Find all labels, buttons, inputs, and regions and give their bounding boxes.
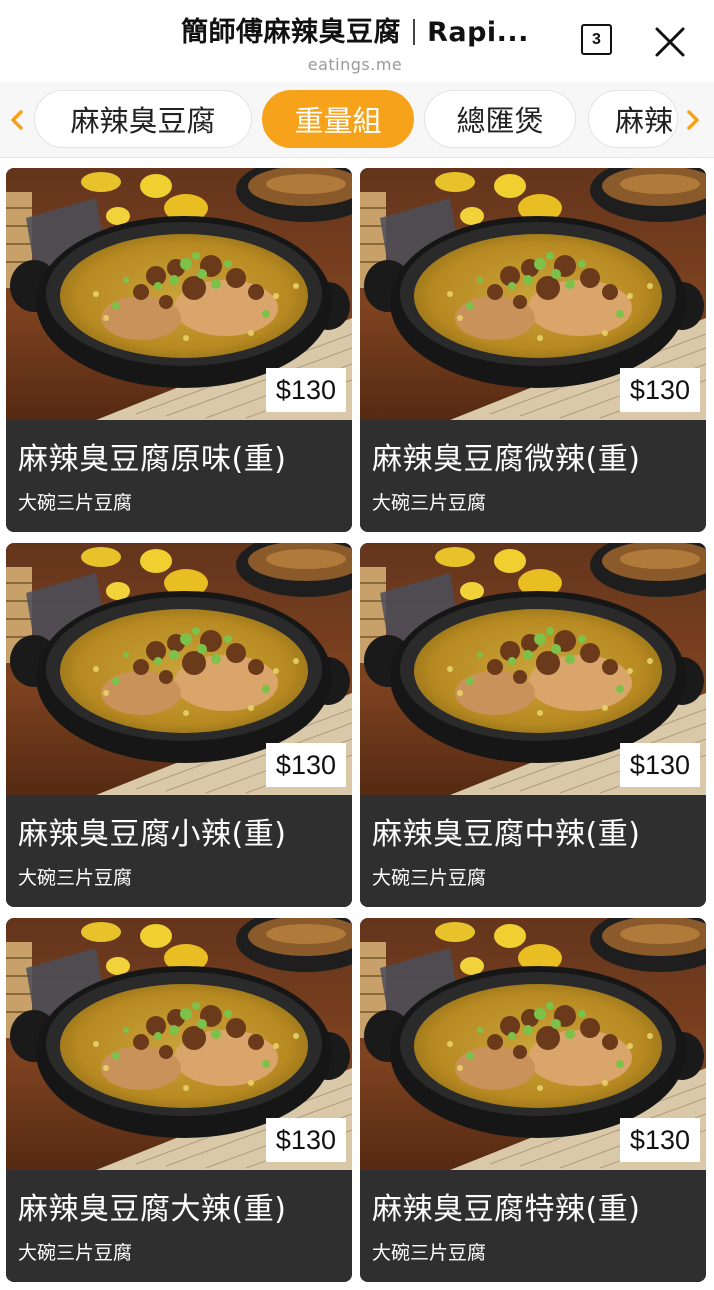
- product-info: 麻辣臭豆腐小辣(重) 大碗三片豆腐: [6, 795, 352, 907]
- category-tab-1[interactable]: 麻辣臭豆腐: [34, 90, 252, 148]
- product-card[interactable]: $130 麻辣臭豆腐原味(重) 大碗三片豆腐: [6, 168, 352, 532]
- product-name: 麻辣臭豆腐原味(重): [18, 442, 287, 477]
- product-description: 大碗三片豆腐: [372, 1242, 487, 1264]
- category-label: 麻辣: [615, 104, 674, 138]
- scroll-left-button[interactable]: [6, 106, 28, 134]
- category-label: 重量組: [294, 104, 382, 138]
- product-description: 大碗三片豆腐: [18, 492, 133, 514]
- store-name: 簡師傅麻辣臭豆腐: [181, 17, 402, 48]
- title-divider: [413, 19, 416, 45]
- page-title: 簡師傅麻辣臭豆腐 Rapi...: [150, 10, 560, 49]
- close-icon: [655, 27, 685, 57]
- tab-switcher-button[interactable]: 3: [581, 24, 612, 55]
- category-label: 總匯煲: [456, 104, 544, 138]
- scroll-right-button[interactable]: [682, 106, 704, 134]
- product-description: 大碗三片豆腐: [18, 1242, 133, 1264]
- product-card[interactable]: $130 麻辣臭豆腐大辣(重) 大碗三片豆腐: [6, 918, 352, 1282]
- price-tag: $130: [619, 368, 700, 412]
- category-bar: 麻辣臭豆腐 重量組 總匯煲 麻辣: [0, 82, 714, 158]
- price-tag: $130: [265, 1118, 346, 1162]
- tab-count-label: 3: [592, 30, 601, 48]
- product-name: 麻辣臭豆腐特辣(重): [372, 1192, 641, 1227]
- price-tag: $130: [619, 1118, 700, 1162]
- chevron-left-icon: [11, 110, 23, 130]
- chevron-right-icon: [687, 110, 699, 130]
- product-info: 麻辣臭豆腐大辣(重) 大碗三片豆腐: [6, 1170, 352, 1282]
- product-info: 麻辣臭豆腐特辣(重) 大碗三片豆腐: [360, 1170, 706, 1282]
- product-description: 大碗三片豆腐: [372, 867, 487, 889]
- product-card[interactable]: $130 麻辣臭豆腐特辣(重) 大碗三片豆腐: [360, 918, 706, 1282]
- product-name: 麻辣臭豆腐大辣(重): [18, 1192, 287, 1227]
- category-label: 麻辣臭豆腐: [70, 104, 216, 138]
- price-tag: $130: [619, 743, 700, 787]
- title-suffix: Rapi...: [427, 17, 529, 48]
- category-tab-3[interactable]: 總匯煲: [424, 90, 576, 148]
- product-description: 大碗三片豆腐: [18, 867, 133, 889]
- price-tag: $130: [265, 743, 346, 787]
- category-tab-2[interactable]: 重量組: [262, 90, 414, 148]
- product-name: 麻辣臭豆腐微辣(重): [372, 442, 641, 477]
- product-description: 大碗三片豆腐: [372, 492, 487, 514]
- page-title-block: 簡師傅麻辣臭豆腐 Rapi... eatings.me: [150, 10, 560, 74]
- product-info: 麻辣臭豆腐中辣(重) 大碗三片豆腐: [360, 795, 706, 907]
- product-card[interactable]: $130 麻辣臭豆腐中辣(重) 大碗三片豆腐: [360, 543, 706, 907]
- close-button[interactable]: [650, 22, 690, 62]
- product-name: 麻辣臭豆腐中辣(重): [372, 817, 641, 852]
- category-tab-4[interactable]: 麻辣: [588, 90, 678, 148]
- site-domain: eatings.me: [307, 55, 403, 74]
- product-name: 麻辣臭豆腐小辣(重): [18, 817, 287, 852]
- price-tag: $130: [265, 368, 346, 412]
- product-info: 麻辣臭豆腐原味(重) 大碗三片豆腐: [6, 420, 352, 532]
- browser-header: 簡師傅麻辣臭豆腐 Rapi... eatings.me 3: [0, 0, 714, 82]
- product-info: 麻辣臭豆腐微辣(重) 大碗三片豆腐: [360, 420, 706, 532]
- product-card[interactable]: $130 麻辣臭豆腐小辣(重) 大碗三片豆腐: [6, 543, 352, 907]
- product-card[interactable]: $130 麻辣臭豆腐微辣(重) 大碗三片豆腐: [360, 168, 706, 532]
